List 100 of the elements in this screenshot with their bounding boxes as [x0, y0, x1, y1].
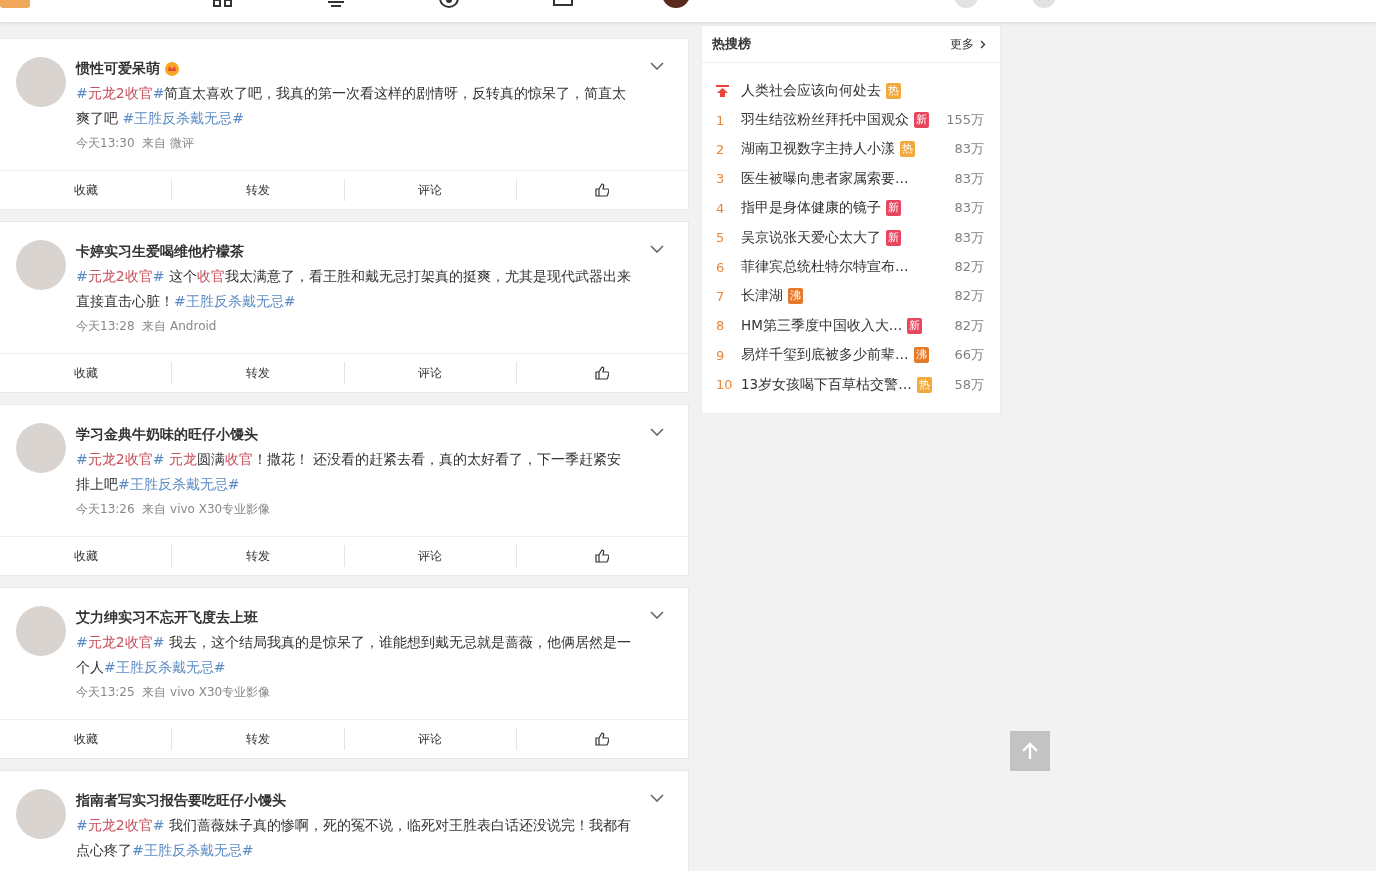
heat-count: 83万 — [954, 228, 984, 247]
hot-search-item[interactable]: 6 菲律宾总统杜特尔特宣布… 82万 — [716, 252, 984, 282]
hot-search-title: HM第三季度中国收入大… — [741, 316, 903, 335]
heat-count: 83万 — [954, 169, 984, 188]
rank-number: 6 — [716, 259, 725, 275]
post-meta: 今天13:28 来自 Android — [76, 318, 218, 335]
hot-tag: 沸 — [788, 288, 803, 305]
hot-search-title: 吴京说张天爱心太大了 — [741, 228, 881, 247]
hot-search-title: 易烊千玺到底被多少前辈… — [741, 346, 909, 365]
hot-tag: 新 — [907, 317, 923, 334]
heat-count: 82万 — [954, 258, 984, 277]
hot-tag: 热 — [916, 376, 932, 393]
rank-number: 7 — [716, 288, 725, 304]
post-text: #元龙2收官# 元龙圆满收官！撒花！ 还没看的赶紧去看，真的太好看了，下一季赶紧安排上吧#王胜反杀戴无忌# — [76, 450, 623, 494]
hot-search-title: 人类社会应该向何处去 — [741, 81, 881, 100]
author-name[interactable]: 惯性可爱呆萌 — [76, 60, 160, 78]
heat-count: 82万 — [954, 287, 984, 306]
heat-count: 83万 — [954, 140, 984, 159]
rank-number: 10 — [716, 377, 733, 393]
action-button[interactable]: 收藏 — [0, 362, 173, 384]
panel-title: 热搜榜 — [712, 35, 751, 53]
hot-search-item[interactable]: 7 长津湖 沸 82万 — [716, 281, 984, 312]
hot-tag: 新 — [914, 112, 929, 129]
hot-search-item[interactable]: 3 医生被曝向患者家属索要… 83万 — [716, 164, 984, 194]
heat-count: 82万 — [954, 316, 984, 335]
hot-search-item[interactable]: 8 HM第三季度中国收入大… 新 82万 — [716, 311, 984, 341]
pin-top-icon — [716, 84, 729, 97]
action-button[interactable]: 收藏 — [0, 179, 173, 201]
hot-search-title: 羽生结弦粉丝拜托中国观众 — [741, 111, 909, 130]
compass-icon[interactable] — [438, 0, 460, 8]
hot-search-item[interactable]: 5 吴京说张天爱心太大了 新 83万 — [716, 222, 984, 253]
arrow-up-icon — [1020, 741, 1040, 761]
action-button[interactable]: 转发 — [172, 179, 345, 201]
hot-search-item[interactable]: 2 湖南卫视数字主持人小漾 热 83万 — [716, 134, 984, 165]
post-text: #元龙2收官# 这个收官我太满意了，看王胜和戴无忌打架真的挺爽，尤其是现代武器出来直接直击心脏！#王胜反杀戴无忌# — [76, 267, 632, 311]
heat-count: 66万 — [954, 346, 984, 365]
heat-count: 83万 — [954, 199, 984, 218]
chevron-down-icon[interactable] — [650, 428, 664, 436]
thumbs-up-icon — [595, 183, 610, 197]
chevron-down-icon[interactable] — [650, 245, 664, 253]
thumbs-up-icon — [595, 366, 610, 380]
more-link[interactable]: 更多 — [950, 35, 986, 53]
hot-search-title: 医生被曝向患者家属索要… — [741, 169, 909, 188]
rank-number: 5 — [716, 230, 725, 246]
avatar[interactable] — [16, 57, 66, 107]
action-button[interactable]: 评论 — [344, 728, 517, 750]
grid-icon[interactable] — [212, 0, 234, 8]
action-button[interactable]: 转发 — [172, 545, 345, 567]
hot-tag: 热 — [886, 82, 901, 99]
chevron-down-icon[interactable] — [650, 794, 664, 802]
thumbs-up-icon — [595, 732, 610, 746]
post-text: #元龙2收官# 我去，这个结局我真的是惊呆了，谁能想到戴无忌就是蔷薇，他俩居然是一个人#王胜反杀戴无忌# — [76, 633, 632, 677]
thumbs-up-icon — [595, 549, 610, 563]
hot-search-title: 13岁女孩喝下百草枯交警… — [741, 375, 912, 394]
hot-tag: 沸 — [913, 347, 929, 364]
action-button[interactable]: 收藏 — [0, 545, 173, 567]
avatar[interactable] — [16, 606, 66, 656]
action-button[interactable]: 评论 — [344, 362, 517, 384]
hot-tag: 新 — [886, 200, 901, 217]
avatar[interactable] — [16, 423, 66, 473]
hot-search-title: 菲律宾总统杜特尔特宣布… — [741, 258, 909, 277]
chevron-down-icon[interactable] — [650, 611, 664, 619]
hot-search-item[interactable]: 10 13岁女孩喝下百草枯交警… 热 58万 — [716, 369, 984, 400]
hot-search-title: 湖南卫视数字主持人小漾 — [741, 140, 895, 159]
action-button[interactable]: 收藏 — [0, 728, 173, 750]
author-name[interactable]: 艾力绅实习不忘开飞度去上班 — [76, 609, 258, 627]
rank-number: 4 — [716, 200, 725, 216]
message-icon[interactable] — [552, 0, 574, 8]
author-name[interactable]: 指南者写实习报告要吃旺仔小馒头 — [76, 792, 286, 810]
rank-number: 8 — [716, 318, 725, 334]
back-to-top-button[interactable] — [1010, 731, 1050, 771]
author-name[interactable]: 学习金典牛奶味的旺仔小馒头 — [76, 426, 258, 444]
rank-number: 9 — [716, 347, 725, 363]
hot-search-item[interactable]: 9 易烊千玺到底被多少前辈… 沸 66万 — [716, 340, 984, 370]
hot-search-item[interactable]: 1 羽生结弦粉丝拜托中国观众 新 155万 — [716, 105, 984, 135]
action-button[interactable]: 转发 — [172, 728, 345, 750]
chevron-right-icon — [980, 39, 986, 49]
hot-tag: 新 — [886, 229, 901, 246]
post-meta: 今天13:25 来自 vivo X30专业影像 — [76, 684, 272, 701]
action-button[interactable]: 评论 — [344, 179, 517, 201]
chevron-down-icon[interactable] — [650, 62, 664, 70]
rank-number: 3 — [716, 171, 725, 187]
hot-search-title: 长津湖 — [741, 287, 783, 306]
hot-search-title: 指甲是身体健康的镜子 — [741, 199, 881, 218]
rank-number: 1 — [716, 112, 725, 128]
post-meta: 今天13:30 来自 微评 — [76, 135, 196, 152]
hot-tag: 热 — [900, 141, 915, 158]
rank-number: 2 — [716, 141, 725, 157]
post-text: #元龙2收官# 我们蔷薇妹子真的惨啊，死的冤不说，临死对王胜表白话还没说完！我都有点心疼了#王胜反杀戴无忌# — [76, 816, 632, 860]
heat-count: 155万 — [946, 111, 984, 130]
post-meta: 今天13:26 来自 vivo X30专业影像 — [76, 501, 272, 518]
action-button[interactable]: 评论 — [344, 545, 517, 567]
avatar[interactable] — [16, 789, 66, 839]
hot-search-item[interactable]: 4 指甲是身体健康的镜子 新 83万 — [716, 193, 984, 223]
heat-count: 58万 — [954, 375, 984, 394]
author-name[interactable]: 卡婷实习生爱喝维他柠檬茶 — [76, 243, 244, 261]
hot-search-item[interactable]: 人类社会应该向何处去 热 — [716, 76, 984, 106]
avatar[interactable] — [16, 240, 66, 290]
action-button[interactable]: 转发 — [172, 362, 345, 384]
post-text: #元龙2收官#简直太喜欢了吧，我真的第一次看这样的剧情呀，反转真的惊呆了，简直太爽了吧 #王胜反杀戴无忌# — [76, 84, 628, 128]
